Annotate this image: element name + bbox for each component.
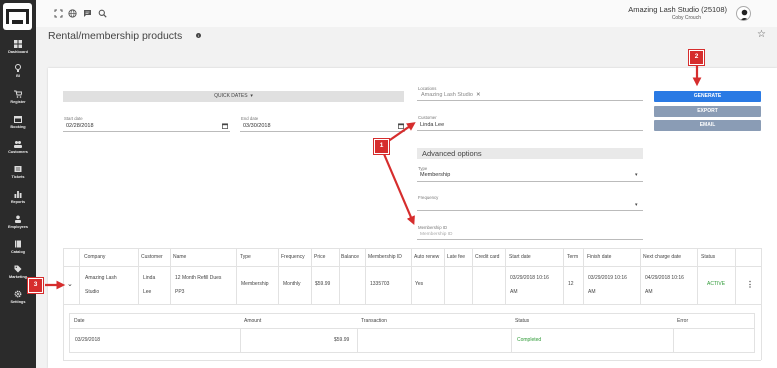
arrow-to-membership-id <box>382 153 415 226</box>
annotation-arrows <box>45 65 702 290</box>
annotation-badge-3: 3 <box>27 277 44 294</box>
annotation-badge-2: 2 <box>688 49 705 66</box>
annotation-badge-1: 1 <box>373 138 390 155</box>
arrow-to-customer <box>386 122 416 143</box>
